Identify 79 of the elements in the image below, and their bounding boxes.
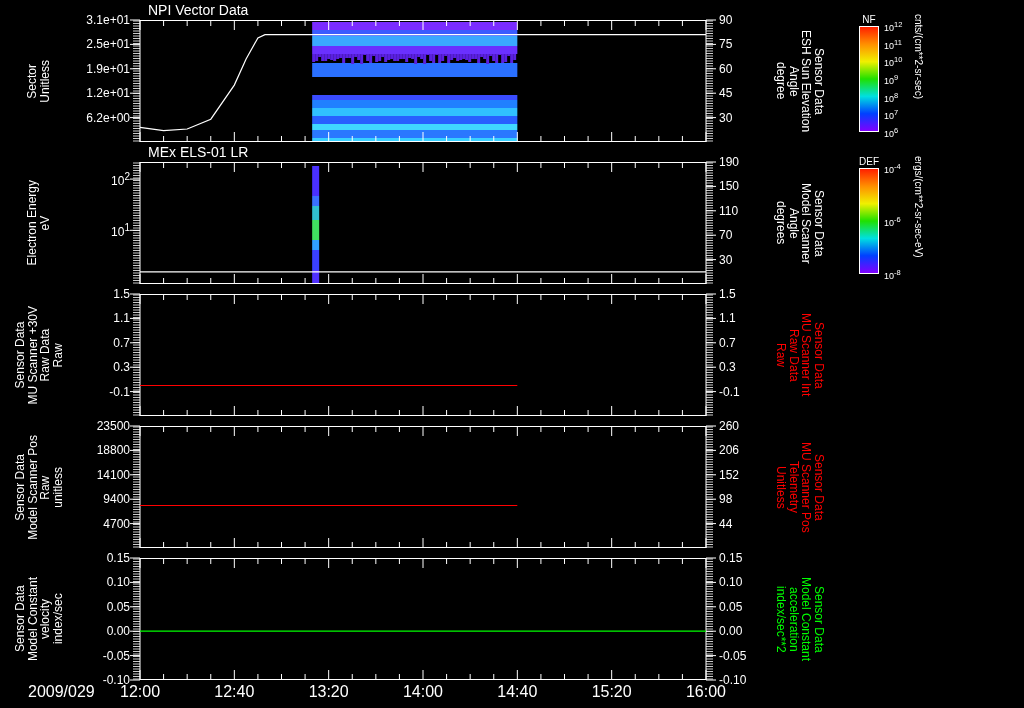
tick-label: 0.10 xyxy=(719,575,743,590)
time-label: 15:20 xyxy=(591,683,632,700)
colorbar-unit: cnts/(cm**2-sr-sec) xyxy=(913,14,924,99)
colorbar-title: DEF xyxy=(859,156,879,168)
date-label: 2009/029 xyxy=(28,683,95,701)
tick-label: 206 xyxy=(719,443,740,458)
tick-label: 60 xyxy=(719,61,733,76)
tick-label: 1.2e+01 xyxy=(86,86,130,101)
tick-label: 23500 xyxy=(96,419,130,433)
tick-label: 3.1e+01 xyxy=(86,13,130,27)
tick-label: 0.05 xyxy=(719,599,743,614)
colorbar-tick-label: 10$^{7}$ xyxy=(884,107,899,121)
colorbar-tick-label: 10$^{-6}$ xyxy=(884,214,901,228)
tick-label: 0.00 xyxy=(106,624,130,639)
plot-title: NPI Vector Data xyxy=(147,1,249,20)
axis-label: Sensor Data Model Scanner Pos Raw unitless xyxy=(13,434,65,540)
colorbar-tick-label: 10$^{8}$ xyxy=(884,90,899,104)
tick-label: 98 xyxy=(719,492,733,507)
colorbar-tick-label: 10$^{9}$ xyxy=(884,72,899,86)
tick-label: 1.5 xyxy=(113,287,130,301)
axis-label: Sensor Data ESH Sun Elevation Angle degree xyxy=(774,29,825,133)
tick-label: 30 xyxy=(719,252,733,267)
colorbar-title: NF xyxy=(862,14,876,26)
time-label: 12:40 xyxy=(214,683,255,700)
tick-label: -0.05 xyxy=(102,648,130,663)
tick-label: 0.15 xyxy=(106,551,130,565)
tick-label: 30 xyxy=(719,110,733,125)
tick-label: 152 xyxy=(719,467,740,482)
tick-label: 75 xyxy=(719,37,733,52)
tick-label: 1.9e+01 xyxy=(86,61,130,76)
tick-label: 0.10 xyxy=(106,575,130,590)
axis-label: Sensor Data MU Scanner Int Raw Data Raw xyxy=(774,313,825,397)
colorbar-tick-label: 10$^{6}$ xyxy=(884,125,899,139)
tick-label: -0.1 xyxy=(719,384,740,399)
tick-label: 0.05 xyxy=(106,599,130,614)
colorbar-tick-label: 10$^{11}$ xyxy=(884,37,902,51)
axis-label: Sensor Data MU Scanner Pos Telemetry Unitless xyxy=(774,441,825,533)
tick-label: 110 xyxy=(719,203,739,218)
tick-label: 4700 xyxy=(103,516,130,531)
tick-label: 90 xyxy=(719,13,733,27)
tick-label: 45 xyxy=(719,86,733,101)
axis-label: Sensor Data Model Constant velocity index/sec xyxy=(13,576,65,661)
tick-label: 1.1 xyxy=(113,311,130,326)
axis-label: Sensor Data Model Scanner Angle degrees xyxy=(774,182,825,264)
axis-label: Electron Energy eV xyxy=(26,180,52,266)
tick-label: 14100 xyxy=(96,467,130,482)
plot-title: MEx ELS-01 LR xyxy=(147,143,249,162)
colorbar-tick-label: 10$^{-4}$ xyxy=(884,161,901,175)
tick-label: 70 xyxy=(719,228,733,243)
tick-label: 0.7 xyxy=(719,335,736,350)
tick-label: 9400 xyxy=(103,492,130,507)
time-label: 14:40 xyxy=(497,683,538,700)
tick-label: 0.7 xyxy=(113,335,130,350)
tick-label: 10$^{2}$ xyxy=(111,170,130,189)
tick-label: 190 xyxy=(719,155,740,169)
tick-label: 0.00 xyxy=(719,624,743,639)
tick-label: 10$^{1}$ xyxy=(111,221,130,240)
tick-label: 0.3 xyxy=(113,360,130,375)
tick-label: 44 xyxy=(719,516,733,531)
tick-label: 18800 xyxy=(96,443,130,458)
tick-label: 1.5 xyxy=(719,287,736,301)
tick-label: 0.15 xyxy=(719,551,743,565)
colorbar-tick-label: 10$^{12}$ xyxy=(884,19,903,33)
tick-label: -0.1 xyxy=(109,384,130,399)
tick-label: 260 xyxy=(719,419,740,433)
tick-label: 0.3 xyxy=(719,360,736,375)
colorbar-tick-label: 10$^{10}$ xyxy=(884,54,903,68)
axis-label: Sector Unitless xyxy=(26,59,52,103)
axis-label: Sensor Data Model Constant acceleration index/sec**2 xyxy=(774,576,825,661)
tick-label: 6.2e+00 xyxy=(86,110,130,125)
time-label: 14:00 xyxy=(403,683,443,700)
axis-label: Sensor Data MU Scanner +30V Raw Data Raw xyxy=(13,305,65,405)
colorbar-unit: ergs/(cm**2-sr-sec-eV) xyxy=(913,156,924,258)
tick-label: 150 xyxy=(719,179,740,194)
colorbar-tick-label: 10$^{-8}$ xyxy=(884,267,901,281)
tick-label: 1.1 xyxy=(719,311,736,326)
time-label: 13:20 xyxy=(308,683,349,700)
tick-label: 2.5e+01 xyxy=(86,37,130,52)
tick-label: -0.05 xyxy=(719,648,747,663)
